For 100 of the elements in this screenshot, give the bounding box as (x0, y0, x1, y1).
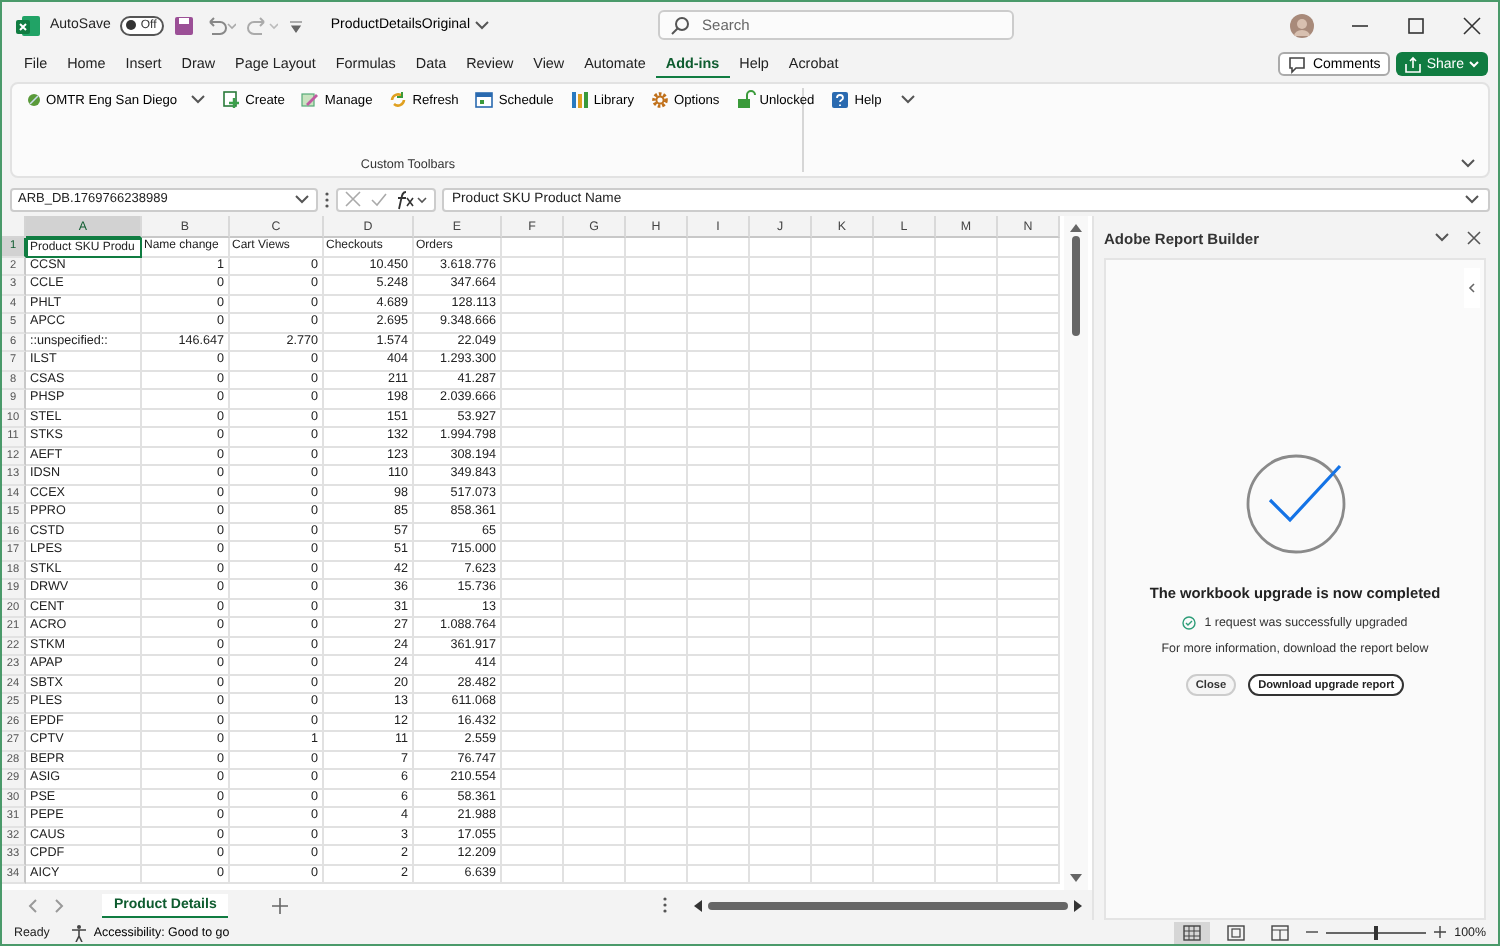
empty-cell (812, 637, 874, 656)
zoom-in-icon[interactable] (1434, 926, 1447, 938)
empty-cell (688, 333, 750, 352)
save-icon[interactable] (174, 15, 195, 35)
empty-cell (812, 770, 874, 789)
empty-cell (502, 846, 564, 865)
scroll-down-icon (1070, 874, 1082, 884)
function-icon[interactable] (396, 189, 428, 209)
more-options-icon[interactable] (324, 189, 330, 209)
chevron-down-icon[interactable] (1434, 230, 1450, 246)
horizontal-scrollbar[interactable] (692, 899, 1084, 911)
empty-cell (998, 504, 1060, 523)
empty-cell (936, 333, 998, 352)
empty-cell (750, 808, 812, 827)
empty-cell (564, 409, 626, 428)
empty-cell (936, 675, 998, 694)
empty-cell (502, 485, 564, 504)
chevron-down-icon (294, 191, 310, 207)
close-icon[interactable] (1466, 230, 1482, 246)
chevron-down-icon[interactable] (899, 92, 916, 108)
empty-cell (626, 808, 688, 827)
pencil-icon (300, 90, 321, 110)
empty-cell (812, 751, 874, 770)
previous-sheet-icon[interactable] (26, 897, 38, 913)
empty-cell (874, 694, 936, 713)
empty-cell (750, 599, 812, 618)
collapse-ribbon-icon[interactable] (1460, 156, 1476, 172)
empty-cell (998, 485, 1060, 504)
empty-cell (874, 846, 936, 865)
empty-cell (936, 770, 998, 789)
padlock-icon (735, 90, 756, 110)
empty-cell (564, 618, 626, 637)
empty-cell (502, 504, 564, 523)
empty-cell (688, 257, 750, 276)
next-sheet-icon[interactable] (54, 897, 66, 913)
empty-cell (874, 789, 936, 808)
empty-cell (936, 295, 998, 314)
empty-cell (564, 390, 626, 409)
empty-cell (626, 827, 688, 846)
empty-cell (626, 276, 688, 295)
empty-cell (812, 789, 874, 808)
empty-cell (998, 333, 1060, 352)
empty-cell (812, 713, 874, 732)
empty-cell (998, 675, 1060, 694)
empty-cell (626, 447, 688, 466)
empty-cell (626, 637, 688, 656)
empty-cell (998, 447, 1060, 466)
undo-icon[interactable] (204, 15, 237, 35)
empty-cell (688, 656, 750, 675)
empty-cell (688, 732, 750, 751)
chevron-down-icon (1468, 58, 1480, 70)
collapse-tab[interactable] (1464, 268, 1480, 308)
empty-cell (564, 466, 626, 485)
accessibility-icon (69, 923, 88, 941)
vertical-scrollbar[interactable] (1064, 216, 1088, 890)
empty-cell (502, 428, 564, 447)
empty-cell (502, 561, 564, 580)
avatar-icon[interactable] (1290, 13, 1314, 37)
empty-cell (874, 618, 936, 637)
empty-cell (502, 295, 564, 314)
empty-cell (998, 314, 1060, 333)
add-sheet-icon[interactable] (272, 897, 289, 913)
empty-cell (750, 561, 812, 580)
normal-view-button[interactable] (1174, 921, 1211, 943)
empty-cell (812, 808, 874, 827)
empty-cell (688, 751, 750, 770)
more-options-icon[interactable] (662, 896, 668, 914)
empty-cell (564, 371, 626, 390)
empty-cell (874, 808, 936, 827)
empty-cell (626, 599, 688, 618)
scrollbar-thumb[interactable] (708, 901, 1068, 909)
empty-cell (502, 827, 564, 846)
expand-icon[interactable] (1464, 191, 1480, 207)
empty-cell (626, 694, 688, 713)
empty-cell (812, 846, 874, 865)
close-icon[interactable] (1462, 15, 1482, 35)
empty-cell (688, 542, 750, 561)
slider-thumb[interactable] (1374, 925, 1379, 939)
empty-cell (502, 865, 564, 884)
customize-icon[interactable] (288, 15, 305, 35)
success-check-icon (1182, 616, 1197, 630)
empty-cell (812, 523, 874, 542)
empty-cell (936, 238, 998, 257)
empty-cell (502, 751, 564, 770)
empty-cell (936, 580, 998, 599)
empty-cell (688, 789, 750, 808)
empty-cell (812, 295, 874, 314)
maximize-icon[interactable] (1406, 15, 1426, 35)
empty-cell (998, 371, 1060, 390)
empty-cell (626, 770, 688, 789)
empty-cell (502, 466, 564, 485)
empty-cell (750, 333, 812, 352)
scrollbar-thumb[interactable] (1072, 236, 1080, 336)
empty-cell (812, 675, 874, 694)
empty-cell (998, 428, 1060, 447)
empty-cell (626, 238, 688, 257)
empty-cell (626, 333, 688, 352)
empty-cell (998, 618, 1060, 637)
empty-cell (626, 523, 688, 542)
zoom-out-icon[interactable] (1306, 926, 1319, 938)
